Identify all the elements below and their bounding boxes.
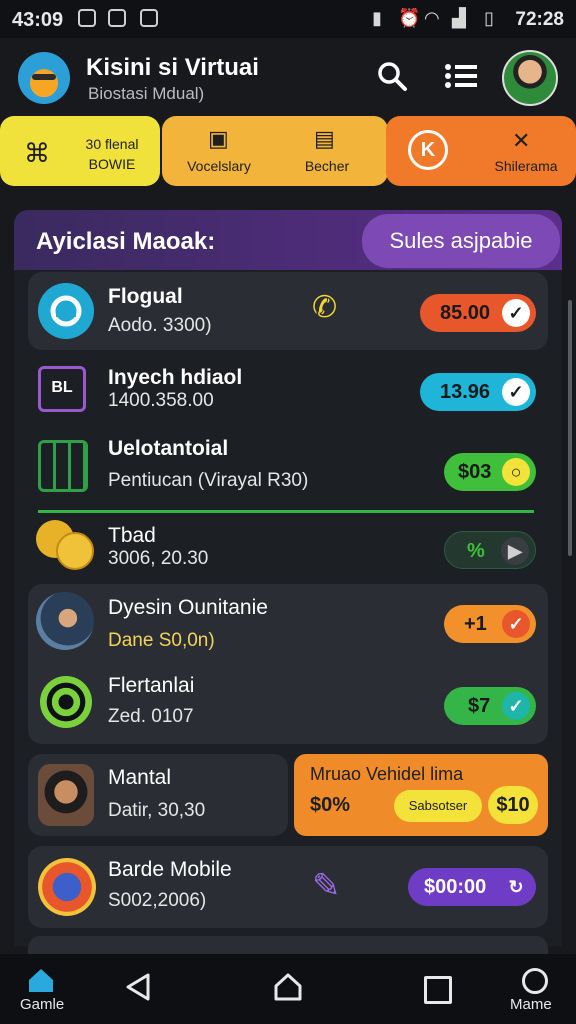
- promo-percent: $0%: [310, 794, 351, 816]
- category-card-2[interactable]: ▣ Vocelslary ▤ Becher: [162, 116, 388, 186]
- profile-circle-icon[interactable]: [522, 968, 548, 994]
- user-avatar[interactable]: [502, 50, 558, 106]
- status-bar: 43:09 ▮ ⏰ ◠ ▟ ▯ 72:28: [0, 0, 576, 38]
- manager-title: Ayiclasi Maoak:: [36, 228, 216, 255]
- category-card-3[interactable]: K ✕ Shilerama: [386, 116, 576, 186]
- battery-icon: ▯: [484, 8, 494, 28]
- back-icon[interactable]: [124, 972, 152, 1007]
- calendar-icon: ▣: [208, 126, 229, 151]
- row-subtitle: Zed. 0107: [108, 706, 194, 727]
- category-card-1[interactable]: ⌘ 30 flenal BOWIE: [0, 116, 160, 186]
- vibrate-icon: ▮: [372, 8, 382, 28]
- row-title: Tbad: [108, 524, 156, 547]
- row-subtitle: Datir, 30,30: [108, 800, 206, 821]
- row-title: Mantal: [108, 766, 172, 789]
- category-label: Vocelslary: [187, 158, 251, 174]
- calculator-icon: [38, 440, 88, 492]
- coin-icon: [56, 532, 94, 570]
- nav-label-left: Gamle: [20, 996, 65, 1013]
- nav-label-right: Mame: [510, 996, 552, 1013]
- category-label: BOWIE: [88, 156, 136, 172]
- person-thumbnail: [36, 592, 94, 650]
- phone-icon: [38, 283, 94, 339]
- price-pill[interactable]: $03 ○: [444, 453, 536, 491]
- app-icon: [140, 9, 158, 27]
- row-subtitle: S002,2006): [108, 890, 207, 911]
- percent-icon: %: [467, 540, 485, 562]
- row-title: Uelotantoial: [108, 437, 229, 460]
- mobile-app-icon: [38, 858, 96, 916]
- person-thumbnail: [38, 764, 94, 826]
- row-title: Dyesin Ounitanie: [108, 596, 268, 619]
- document-icon: BL: [38, 366, 86, 412]
- app-title: Kisini si Virtuai: [86, 54, 259, 81]
- row-title: Inyech hdiaol: [108, 366, 243, 389]
- price-pill[interactable]: 13.96 ✓: [420, 373, 536, 411]
- row-title: Barde Mobile: [108, 858, 232, 881]
- promo-price[interactable]: $10: [488, 786, 538, 824]
- list-item-partial: [28, 936, 548, 954]
- check-icon: ✓: [502, 299, 530, 327]
- network-icon: ⌘: [24, 138, 50, 168]
- scrollbar[interactable]: [568, 300, 572, 556]
- row-subtitle: Aodo. 3300): [108, 315, 212, 336]
- home-button-icon[interactable]: [272, 972, 304, 1007]
- menu-icon[interactable]: [444, 60, 478, 100]
- row-title: Flertanlai: [108, 674, 195, 697]
- edit-icon: ✎: [312, 867, 341, 905]
- badge-icon: ○: [502, 458, 530, 486]
- promo-title: Mruao Vehidel lima: [310, 764, 464, 784]
- play-icon: ▶: [501, 537, 529, 565]
- status-time: 43:09: [12, 9, 64, 31]
- status-right-time: 72:28: [515, 9, 564, 30]
- subscribe-button[interactable]: Sabsotser: [394, 790, 482, 822]
- home-icon[interactable]: [26, 966, 56, 999]
- app-logo[interactable]: [18, 52, 70, 104]
- signal-icon: ▟: [452, 8, 466, 28]
- price-pill[interactable]: +1 ✓: [444, 605, 536, 643]
- sales-button[interactable]: Sules asjpabie: [362, 214, 560, 268]
- wifi-icon: ◠: [424, 8, 440, 28]
- image-icon: [108, 9, 126, 27]
- notification-icon: [78, 9, 96, 27]
- check-icon: ✓: [502, 692, 530, 720]
- search-icon[interactable]: [376, 60, 408, 100]
- row-title: Flogual: [108, 285, 183, 308]
- app-subtitle: Biostasi Mdual): [88, 84, 205, 103]
- category-label: Shilerama: [494, 158, 558, 174]
- category-label: 30 flenal: [85, 136, 139, 152]
- recents-icon[interactable]: [424, 976, 452, 1004]
- price-pill[interactable]: 85.00 ✓: [420, 294, 536, 332]
- chart-icon: ✕: [512, 128, 531, 153]
- alarm-icon: ⏰: [398, 8, 421, 28]
- row-subtitle: Pentiucan (Virayal R30): [108, 470, 309, 491]
- price-pill[interactable]: $7 ✓: [444, 687, 536, 725]
- target-icon: [40, 676, 92, 728]
- no-entry-icon: K: [408, 130, 448, 170]
- action-pill[interactable]: % ▶: [444, 531, 536, 569]
- price-pill[interactable]: $00:00 ↻: [408, 868, 536, 906]
- row-subtitle: 1400.358.00: [108, 390, 214, 411]
- divider: [38, 510, 534, 513]
- row-subtitle: 3006, 20.30: [108, 548, 209, 569]
- arrow-icon: ↻: [502, 873, 530, 901]
- check-icon: ✓: [502, 610, 530, 638]
- document-icon: ▤: [314, 126, 335, 151]
- category-label: Becher: [304, 158, 350, 174]
- row-subtitle: Dane S0,0n): [108, 630, 215, 651]
- check-icon: ✓: [502, 378, 530, 406]
- call-icon: ✆: [312, 291, 338, 324]
